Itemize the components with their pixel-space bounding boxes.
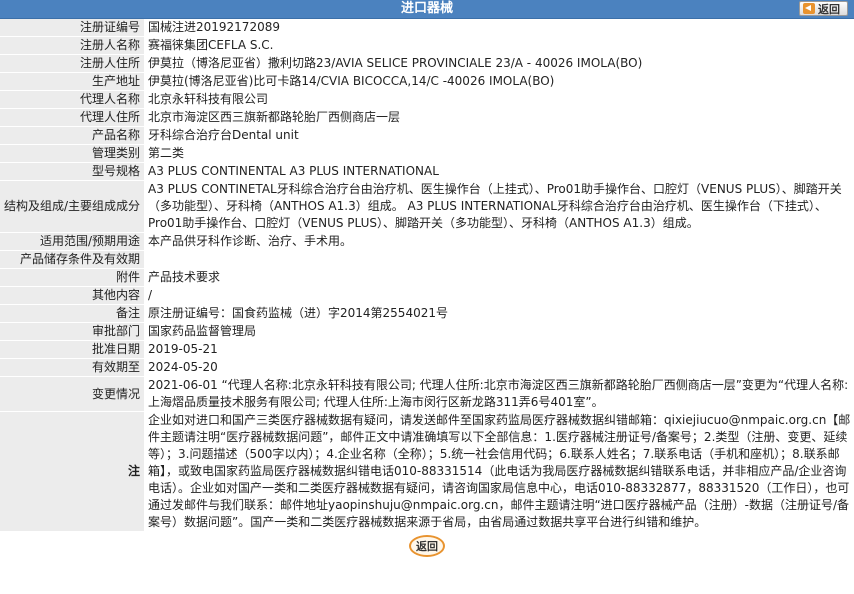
field-value-changes: 2021-06-01 “代理人名称:北京永轩科技有限公司; 代理人住所:北京市海… <box>144 376 854 412</box>
device-detail-table: 注册证编号 国械注进20192172089 注册人名称 赛福徕集团CEFLA S.C.… <box>0 19 854 532</box>
field-label: 注册人住所 <box>0 54 144 73</box>
field-value-product-name: 牙科综合治疗台Dental unit <box>144 126 854 145</box>
field-label: 变更情况 <box>0 376 144 412</box>
row-attachment: 附件 产品技术要求 <box>0 268 854 287</box>
field-value-reg-no: 国械注进20192172089 <box>144 19 854 37</box>
field-label: 注册证编号 <box>0 19 144 37</box>
field-label: 附件 <box>0 268 144 287</box>
title-bar: 进口器械 返回 <box>0 0 854 19</box>
field-label: 型号规格 <box>0 162 144 181</box>
field-value-registrant-address: 伊莫拉（博洛尼亚省）撒利切路23/AVIA SELICE PROVINCIALE… <box>144 54 854 73</box>
footer: 返回 <box>0 532 854 563</box>
field-value-category: 第二类 <box>144 144 854 163</box>
field-value-other: / <box>144 286 854 305</box>
field-value-agent-name: 北京永轩科技有限公司 <box>144 90 854 109</box>
field-label: 有效期至 <box>0 358 144 377</box>
back-button-top[interactable]: 返回 <box>799 1 848 16</box>
row-production-address: 生产地址 伊莫拉(博洛尼亚省)比可卡路14/CVIA BICOCCA,14/C -… <box>0 72 854 91</box>
field-value-production-address: 伊莫拉(博洛尼亚省)比可卡路14/CVIA BICOCCA,14/C -4002… <box>144 72 854 91</box>
field-label: 适用范围/预期用途 <box>0 232 144 251</box>
page-title: 进口器械 <box>400 1 453 16</box>
field-label: 产品储存条件及有效期 <box>0 250 144 269</box>
row-approval-date: 批准日期 2019-05-21 <box>0 340 854 359</box>
field-value-remarks: 原注册证编号：国食药监械（进）字2014第2554021号 <box>144 304 854 323</box>
row-model: 型号规格 A3 PLUS CONTINENTAL A3 PLUS INTERNAT… <box>0 162 854 181</box>
row-note: 注企业如对进口和国产三类医疗器械数据有疑问，请发送邮件至国家药监局医疗器械数据纠… <box>0 411 854 532</box>
field-label: 其他内容 <box>0 286 144 305</box>
row-registrant-address: 注册人住所 伊莫拉（博洛尼亚省）撒利切路23/AVIA SELICE PROVIN… <box>0 54 854 73</box>
field-value-expiry: 2024-05-20 <box>144 358 854 377</box>
row-changes: 变更情况 2021-06-01 “代理人名称:北京永轩科技有限公司; 代理人住所:… <box>0 376 854 412</box>
field-label: 注 <box>0 411 144 532</box>
row-category: 管理类别 第二类 <box>0 144 854 163</box>
field-label: 注册人名称 <box>0 36 144 55</box>
row-registrant-name: 注册人名称 赛福徕集团CEFLA S.C. <box>0 36 854 55</box>
row-agent-name: 代理人名称 北京永轩科技有限公司 <box>0 90 854 109</box>
field-label: 代理人名称 <box>0 90 144 109</box>
field-label: 结构及组成/主要组成成分 <box>0 180 144 233</box>
row-scope: 适用范围/预期用途 本产品供牙科作诊断、治疗、手术用。 <box>0 232 854 251</box>
field-label: 管理类别 <box>0 144 144 163</box>
row-expiry: 有效期至 2024-05-20 <box>0 358 854 377</box>
row-product-name: 产品名称 牙科综合治疗台Dental unit <box>0 126 854 145</box>
row-approval-dept: 审批部门 国家药品监督管理局 <box>0 322 854 341</box>
row-other: 其他内容 / <box>0 286 854 305</box>
back-button-bottom-label: 返回 <box>416 540 438 553</box>
field-value-model: A3 PLUS CONTINENTAL A3 PLUS INTERNATIONA… <box>144 162 854 181</box>
field-label: 审批部门 <box>0 322 144 341</box>
row-storage: 产品储存条件及有效期 <box>0 250 854 269</box>
field-value-agent-address: 北京市海淀区西三旗新都路轮胎厂西侧商店一层 <box>144 108 854 127</box>
field-label: 生产地址 <box>0 72 144 91</box>
back-button-label: 返回 <box>818 2 840 16</box>
row-composition: 结构及组成/主要组成成分 A3 PLUS CONTINETAL牙科综合治疗台由治疗… <box>0 180 854 233</box>
field-value-attachment: 产品技术要求 <box>144 268 854 287</box>
back-button-bottom[interactable]: 返回 <box>409 535 445 557</box>
field-value-registrant-name: 赛福徕集团CEFLA S.C. <box>144 36 854 55</box>
field-label: 备注 <box>0 304 144 323</box>
row-agent-address: 代理人住所 北京市海淀区西三旗新都路轮胎厂西侧商店一层 <box>0 108 854 127</box>
field-value-scope: 本产品供牙科作诊断、治疗、手术用。 <box>144 232 854 251</box>
row-reg-no: 注册证编号 国械注进20192172089 <box>0 19 854 37</box>
field-value-approval-dept: 国家药品监督管理局 <box>144 322 854 341</box>
field-label: 代理人住所 <box>0 108 144 127</box>
field-value-storage <box>144 250 854 269</box>
field-label: 产品名称 <box>0 126 144 145</box>
field-value-approval-date: 2019-05-21 <box>144 340 854 359</box>
field-value-composition: A3 PLUS CONTINETAL牙科综合治疗台由治疗机、医生操作台（上挂式）… <box>144 180 854 233</box>
field-value-note: 企业如对进口和国产三类医疗器械数据有疑问，请发送邮件至国家药监局医疗器械数据纠错… <box>144 411 854 532</box>
row-remarks: 备注 原注册证编号：国食药监械（进）字2014第2554021号 <box>0 304 854 323</box>
back-arrow-icon <box>803 3 815 14</box>
field-label: 批准日期 <box>0 340 144 359</box>
